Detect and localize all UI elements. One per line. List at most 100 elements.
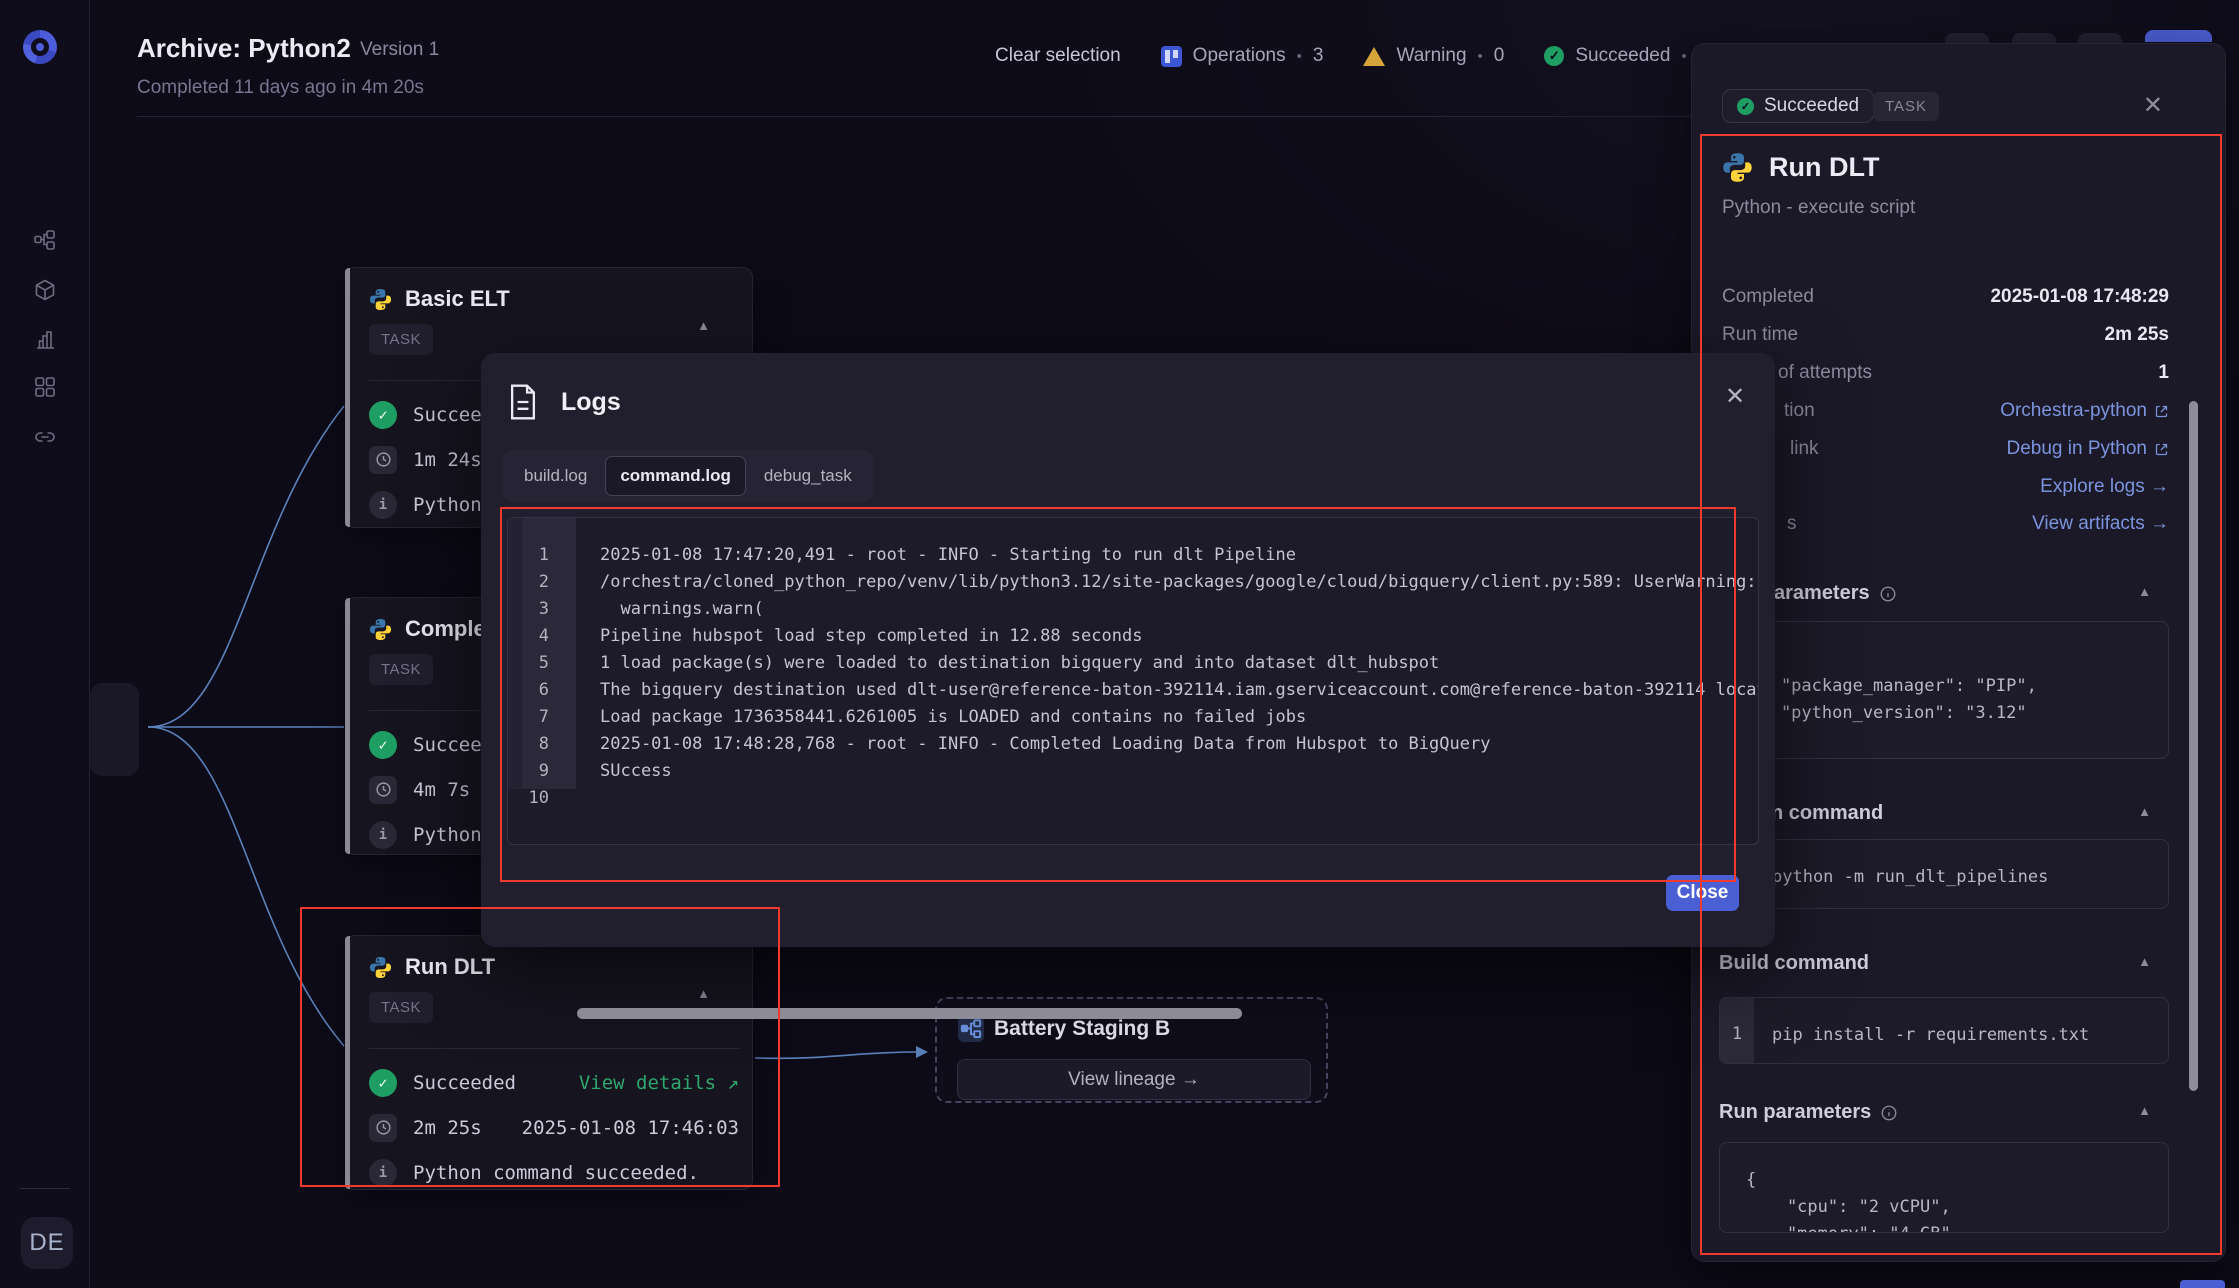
warning-filter[interactable]: Warning • 0 bbox=[1363, 45, 1504, 67]
info-icon bbox=[1881, 1105, 1897, 1120]
log-horizontal-scrollbar[interactable] bbox=[577, 1008, 1242, 1019]
debug-in-python-link[interactable]: Debug in Python bbox=[2007, 438, 2170, 460]
tab-command-log[interactable]: command.log bbox=[605, 456, 746, 496]
clock-icon bbox=[369, 445, 397, 474]
node-accent-bar bbox=[345, 268, 350, 527]
detail-row: Run time 2m 25s bbox=[1722, 324, 2169, 345]
chart-icon[interactable] bbox=[33, 327, 57, 351]
tab-build-log[interactable]: build.log bbox=[510, 457, 601, 495]
log-line: 2/orchestra/cloned_python_repo/venv/lib/… bbox=[538, 572, 1757, 592]
info-icon: i bbox=[369, 1158, 397, 1187]
task-type-badge: TASK bbox=[1873, 92, 1940, 121]
collapse-icon[interactable]: ▲ bbox=[2138, 584, 2151, 599]
succeeded-filter[interactable]: ✓ Succeeded • 3 bbox=[1544, 45, 1708, 67]
parameters-code: { "package_manager": "PIP", "python_vers… bbox=[1713, 621, 2169, 759]
view-details-link[interactable]: View details ↗ bbox=[579, 1072, 739, 1094]
node-status-row: ✓ Succeeded View details ↗ bbox=[369, 1060, 739, 1105]
panel-title: Run DLT bbox=[1769, 152, 1880, 182]
info-icon: i bbox=[369, 820, 397, 849]
external-link-icon bbox=[2155, 443, 2168, 455]
python-command-code: 1 python -m run_dlt_pipelines bbox=[1719, 839, 2169, 909]
collapse-icon[interactable]: ▲ bbox=[697, 986, 710, 1001]
orchestra-logo-icon[interactable] bbox=[23, 30, 57, 64]
log-line: 51 load package(s) were loaded to destin… bbox=[538, 653, 1440, 673]
close-icon[interactable]: ✕ bbox=[2143, 94, 2163, 118]
edge-junction bbox=[90, 683, 139, 776]
user-avatar[interactable]: DE bbox=[21, 1217, 73, 1269]
build-command-code: 1 pip install -r requirements.txt bbox=[1719, 997, 2169, 1064]
pipeline-icon[interactable] bbox=[33, 228, 57, 252]
page-subtitle: Completed 11 days ago in 4m 20s bbox=[137, 77, 424, 98]
modal-title: Logs bbox=[561, 387, 621, 416]
line-number-gutter: 1 bbox=[1720, 998, 1754, 1063]
collapse-icon[interactable]: ▲ bbox=[2138, 1103, 2151, 1118]
close-icon[interactable]: ✕ bbox=[1725, 385, 1745, 409]
run-parameters-section-header: Run parameters bbox=[1719, 1101, 1898, 1124]
info-icon bbox=[1880, 586, 1896, 601]
log-line: 10 bbox=[528, 788, 549, 808]
task-badge: TASK bbox=[369, 992, 434, 1023]
collapse-icon[interactable]: ▲ bbox=[2138, 804, 2151, 819]
python-icon bbox=[1723, 153, 1752, 182]
clear-selection-button[interactable]: Clear selection bbox=[995, 45, 1121, 67]
log-tabs: build.log command.log debug_task bbox=[502, 450, 874, 502]
node-runtime-row: 2m 25s 2025-01-08 17:46:03 bbox=[369, 1105, 739, 1150]
sidebar: DE bbox=[0, 0, 90, 1288]
python-command-section-header: n command bbox=[1771, 802, 1884, 824]
succeeded-icon: ✓ bbox=[1544, 46, 1565, 66]
lineage-icon bbox=[958, 1016, 984, 1042]
logs-modal: Logs ✕ build.log command.log debug_task … bbox=[481, 353, 1775, 1019]
log-line: 7 Load package 1736358441.6261005 is LOAD… bbox=[538, 707, 1307, 727]
python-icon bbox=[369, 288, 392, 310]
log-line: 6 The bigquery destination used dlt-user@… bbox=[538, 680, 1758, 700]
check-icon: ✓ bbox=[369, 730, 397, 759]
grid-icon[interactable] bbox=[33, 375, 57, 399]
view-artifacts-link[interactable]: View artifacts → bbox=[2032, 513, 2169, 535]
node-title: Run DLT bbox=[405, 954, 496, 979]
close-button[interactable]: Close bbox=[1666, 875, 1739, 911]
link-icon[interactable] bbox=[33, 425, 57, 449]
log-line: 3 warnings.warn( bbox=[538, 599, 764, 619]
run-parameters-code: { "cpu": "2 vCPU", "memory": "4 GB" bbox=[1719, 1142, 2169, 1233]
sidebar-divider bbox=[20, 1188, 70, 1189]
view-lineage-button[interactable]: View lineage → bbox=[957, 1059, 1311, 1100]
python-icon bbox=[369, 618, 392, 640]
task-badge: TASK bbox=[369, 324, 434, 355]
check-icon: ✓ bbox=[1737, 97, 1754, 115]
operations-filter[interactable]: Operations • 3 bbox=[1160, 45, 1323, 67]
node-run-dlt[interactable]: Run DLT TASK ▲ ✓ Succeeded View details … bbox=[345, 935, 753, 1190]
orchestra-python-link[interactable]: Orchestra-python bbox=[2000, 400, 2169, 422]
collapse-icon[interactable]: ▲ bbox=[2138, 954, 2151, 969]
node-title: Battery Staging B bbox=[994, 1017, 1171, 1040]
status-badge: ✓ Succeeded bbox=[1722, 89, 1875, 123]
log-line: 4 Pipeline hubspot load step completed in… bbox=[538, 626, 1143, 646]
explore-logs-link[interactable]: Explore logs → bbox=[2040, 476, 2169, 498]
clock-icon bbox=[369, 775, 397, 804]
collapse-icon[interactable]: ▲ bbox=[697, 318, 710, 333]
log-line: 8 2025-01-08 17:48:28,768 - root - INFO -… bbox=[538, 734, 1491, 754]
panel-scrollbar[interactable] bbox=[2189, 401, 2198, 1091]
hidden-primary-button[interactable] bbox=[2145, 30, 2212, 42]
check-icon: ✓ bbox=[369, 400, 397, 429]
cube-icon[interactable] bbox=[33, 278, 57, 302]
python-icon bbox=[369, 956, 392, 978]
info-icon: i bbox=[369, 490, 397, 519]
node-accent-bar bbox=[345, 936, 350, 1189]
corner-widget-button[interactable] bbox=[2180, 1280, 2225, 1288]
log-line: 9 SUccess bbox=[538, 761, 672, 781]
tab-debug-task[interactable]: debug_task bbox=[750, 457, 866, 495]
status-toolbar: Clear selection Operations • 3 Warning •… bbox=[995, 40, 1786, 72]
detail-row: Completed 2025-01-08 17:48:29 bbox=[1722, 286, 2169, 307]
log-viewer: 1 2025-01-08 17:47:20,491 - root - INFO -… bbox=[507, 517, 1759, 845]
clock-icon bbox=[369, 1113, 397, 1142]
panel-subtitle: Python - execute script bbox=[1722, 197, 1916, 218]
build-command-section-header: Build command bbox=[1719, 952, 1870, 974]
warning-icon bbox=[1363, 46, 1386, 66]
node-title: Basic ELT bbox=[405, 286, 510, 311]
log-line: 1 2025-01-08 17:47:20,491 - root - INFO -… bbox=[538, 545, 1296, 565]
version-label: Version 1 bbox=[360, 39, 440, 60]
node-accent-bar bbox=[345, 598, 350, 854]
operations-icon bbox=[1160, 45, 1182, 67]
header-divider bbox=[137, 116, 1691, 117]
parameters-section-header: arameters bbox=[1774, 582, 1897, 605]
